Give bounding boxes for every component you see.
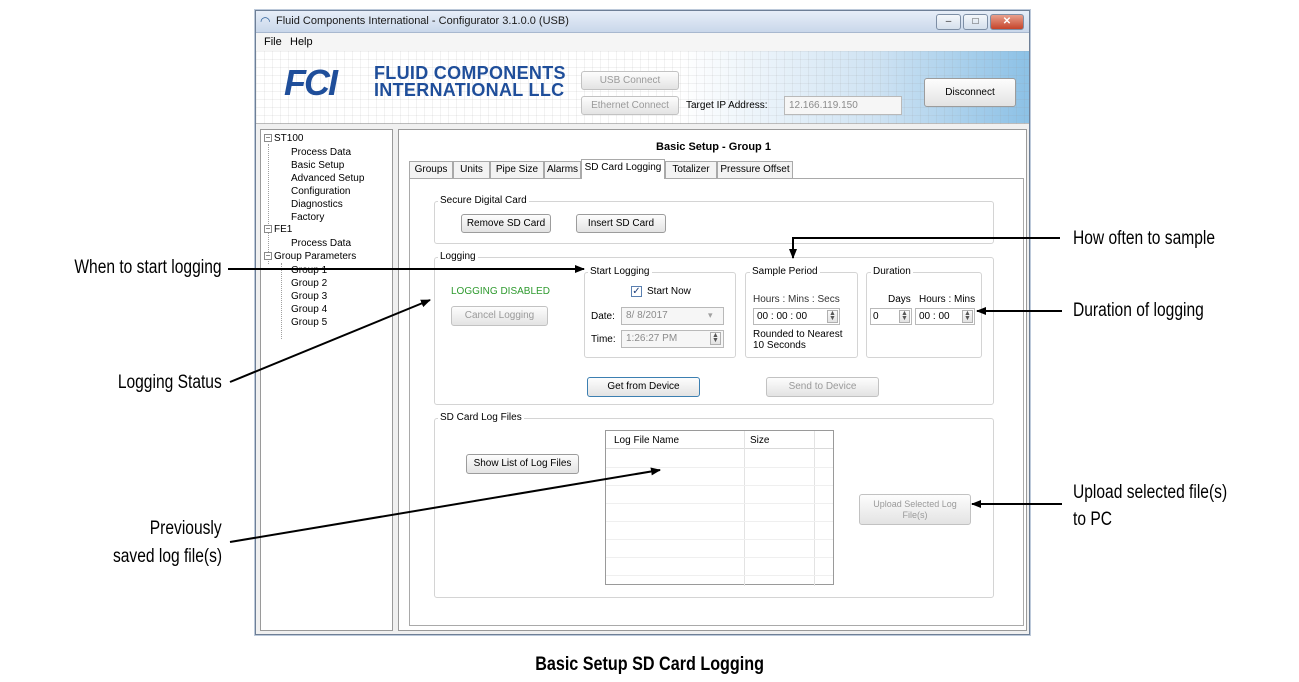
annotation-previously-saved-1: Previously xyxy=(150,518,222,539)
caption-text: Basic Setup SD Card Logging xyxy=(535,654,764,675)
arrow-previously-saved xyxy=(229,467,661,543)
annotation-duration: Duration of logging xyxy=(1073,300,1204,321)
arrow-how-often xyxy=(789,237,1060,259)
annotation-logging-status: Logging Status xyxy=(118,372,222,393)
annotation-how-often: How often to sample xyxy=(1073,228,1216,249)
annotation-upload-1: Upload selected file(s) xyxy=(1073,482,1228,503)
arrow-logging-status xyxy=(229,299,431,383)
annotation-previously-saved-2: saved log file(s) xyxy=(112,546,222,567)
annotation-arrows xyxy=(228,237,1062,543)
annotation-when-to-start: When to start logging xyxy=(74,257,222,278)
figure-caption: Basic Setup SD Card Logging xyxy=(0,654,1299,676)
annotation-upload-2: to PC xyxy=(1073,509,1112,530)
tab-sd-card-logging[interactable]: SD Card Logging xyxy=(581,159,665,179)
